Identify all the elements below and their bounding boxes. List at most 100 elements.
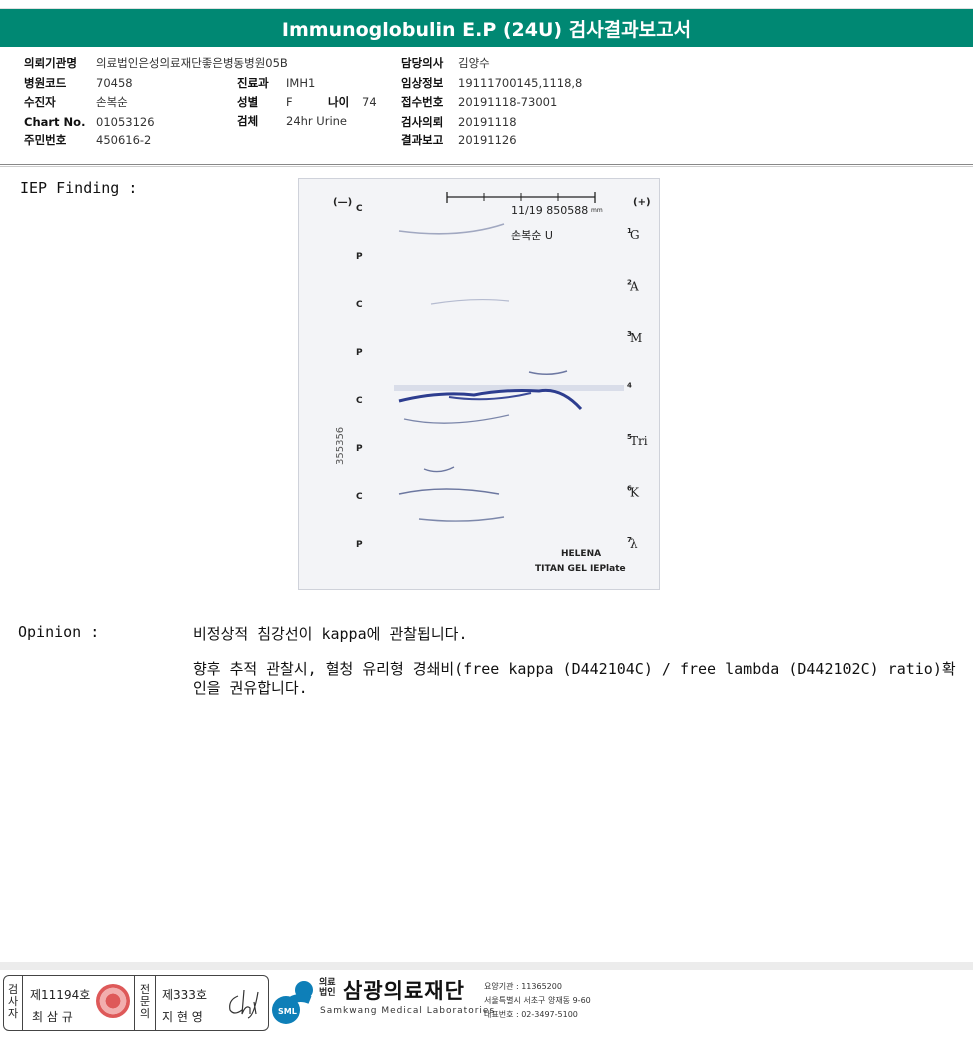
lane-label-1: C [356, 204, 363, 214]
patient-label: 수진자 [24, 95, 56, 109]
chart-row: Chart No. 01053126 [24, 113, 155, 131]
opinion-line-2: 향후 추적 관찰시, 혈청 유리형 경쇄비(free kappa (D44210… [193, 660, 956, 697]
scale-ruler [446, 192, 596, 203]
report-title-bar: Immunoglobulin E.P (24U) 검사결과보고서 [0, 9, 973, 47]
precipitin-arc-lambda [418, 516, 505, 522]
sex-value: F [286, 95, 293, 109]
sig-divider [22, 976, 23, 1030]
iep-finding-label: IEP Finding : [20, 179, 138, 197]
specialist-vertical-label: 전문의 [139, 983, 151, 1020]
precipitin-arc-igg [398, 223, 505, 235]
report-title: Immunoglobulin E.P (24U) 검사결과보고서 [281, 18, 692, 41]
institution-label: 의뢰기관명 [24, 56, 77, 70]
iep-gel-image: (—) (+) 11/19 850588 mm 손복순 U 355356 C P C… [298, 178, 660, 590]
request-value: 20191118 [458, 115, 517, 129]
minus-marker: (—) [333, 197, 352, 208]
report-date-row: 결과보고 20191126 [401, 131, 517, 149]
opinion-label: Opinion : [18, 623, 100, 641]
resident-label: 주민번호 [24, 133, 67, 147]
handwritten-signature-icon [229, 989, 259, 1019]
antiserum-name-5: Tri [630, 434, 648, 448]
lane-label-5: C [356, 396, 363, 406]
gel-svg: (—) (+) 11/19 850588 mm 손복순 U 355356 C P C… [333, 192, 651, 574]
side-code: 355356 [335, 427, 346, 465]
org-type: 의료법인 [319, 978, 336, 998]
section-divider [0, 164, 973, 165]
report-date-value: 20191126 [458, 133, 517, 147]
inspector-vertical-label: 검사자 [7, 983, 19, 1020]
doctor-label: 담당의사 [401, 56, 444, 70]
top-strip [0, 0, 973, 9]
dept-row: 진료과 IMH1 [237, 74, 315, 92]
antiserum-name-1: G [630, 228, 640, 242]
sml-logo-icon: SML [272, 981, 313, 1024]
specialist-license-no: 제333호 [162, 988, 207, 1002]
logo-badge: SML [278, 1007, 297, 1016]
patient-tag: 손복순 U [511, 229, 553, 242]
clinical-row: 임상정보 19111700145,1118,8 [401, 74, 582, 92]
section-divider-shadow [0, 166, 973, 167]
precipitin-arc-kappa-small [423, 466, 455, 473]
sex-row: 성별 F 나이 74 [237, 93, 377, 111]
brand-helena: HELENA [561, 549, 601, 559]
plus-marker: (+) [633, 197, 651, 208]
dept-label: 진료과 [237, 76, 269, 90]
lane-label-8: P [356, 540, 363, 550]
resident-row: 주민번호 450616-2 [24, 131, 151, 149]
antiserum-name-7: λ [630, 537, 638, 551]
doctor-value: 김양수 [458, 56, 490, 70]
lane-label-4: P [356, 348, 363, 358]
org-english-name: Samkwang Medical Laboratories [320, 1006, 496, 1016]
org-code: 요양기관 : 11365200 [484, 982, 562, 991]
inspector-name: 최 삼 규 [32, 1010, 73, 1024]
precipitin-arc-5 [403, 414, 510, 424]
antiserum-name-2: A [629, 280, 639, 294]
resident-value: 450616-2 [96, 133, 152, 147]
lane-label-2: P [356, 252, 363, 262]
clinical-value: 19111700145,1118,8 [458, 76, 583, 90]
request-row: 검사의뢰 20191118 [401, 113, 517, 131]
receipt-label: 접수번호 [401, 95, 444, 109]
sig-divider [155, 976, 156, 1030]
patient-value: 손복순 [96, 95, 128, 109]
precipitin-arc-kappa [398, 488, 500, 495]
specialist-name: 지 현 영 [162, 1010, 203, 1024]
opinion-line-1: 비정상적 침강선이 kappa에 관찰됩니다. [193, 625, 468, 643]
dept-value: IMH1 [286, 76, 316, 90]
antiserum-number-4: 4 [627, 382, 632, 390]
sig-divider [134, 976, 135, 1030]
sample-id: 11/19 850588 [511, 204, 588, 217]
request-label: 검사의뢰 [401, 115, 444, 129]
antiserum-name-3: M [630, 331, 642, 345]
org-name: 삼광의료재단 [343, 979, 465, 1003]
org-contact: 요양기관 : 11365200 서울특별시 서초구 양재동 9-60 대표번호 … [484, 980, 591, 1022]
inspector-license-no: 제11194호 [30, 988, 91, 1002]
lane-label-3: C [356, 300, 363, 310]
age-value: 74 [362, 95, 377, 109]
signature-box: 검사자 제11194호 최 삼 규 전문의 제333호 지 현 영 [3, 975, 269, 1031]
brand-titan-gel: TITAN GEL IEPlate [535, 564, 626, 574]
precipitin-arc-iga [430, 298, 510, 305]
clinical-label: 임상정보 [401, 76, 444, 90]
footer-divider [0, 962, 973, 970]
institution-value: 의료법인은성의료재단좋은병동병원05B [96, 56, 288, 70]
specimen-row: 검체 24hr Urine [237, 112, 347, 130]
hospital-code-value: 70458 [96, 76, 133, 90]
doctor-row: 담당의사 김양수 [401, 54, 490, 72]
patient-row: 수진자 손복순 [24, 93, 128, 111]
lane-label-6: P [356, 444, 363, 454]
receipt-row: 접수번호 20191118-73001 [401, 93, 557, 111]
precipitin-arc-4 [528, 370, 568, 375]
chart-label: Chart No. [24, 115, 86, 129]
lane-labels: C P C P C P C P [356, 204, 363, 550]
report-date-label: 결과보고 [401, 133, 444, 147]
institution-row: 의뢰기관명 의료법인은성의료재단좋은병동병원05B [24, 54, 288, 72]
org-address: 서울특별시 서초구 양재동 9-60 [484, 996, 591, 1005]
specimen-label: 검체 [237, 114, 259, 128]
antiserum-name-6: K [630, 486, 640, 500]
scale-unit: mm [591, 207, 603, 214]
age-label: 나이 [328, 95, 350, 109]
specimen-value: 24hr Urine [286, 114, 348, 128]
sex-label: 성별 [237, 95, 259, 109]
hospital-code-row: 병원코드 70458 [24, 74, 133, 92]
